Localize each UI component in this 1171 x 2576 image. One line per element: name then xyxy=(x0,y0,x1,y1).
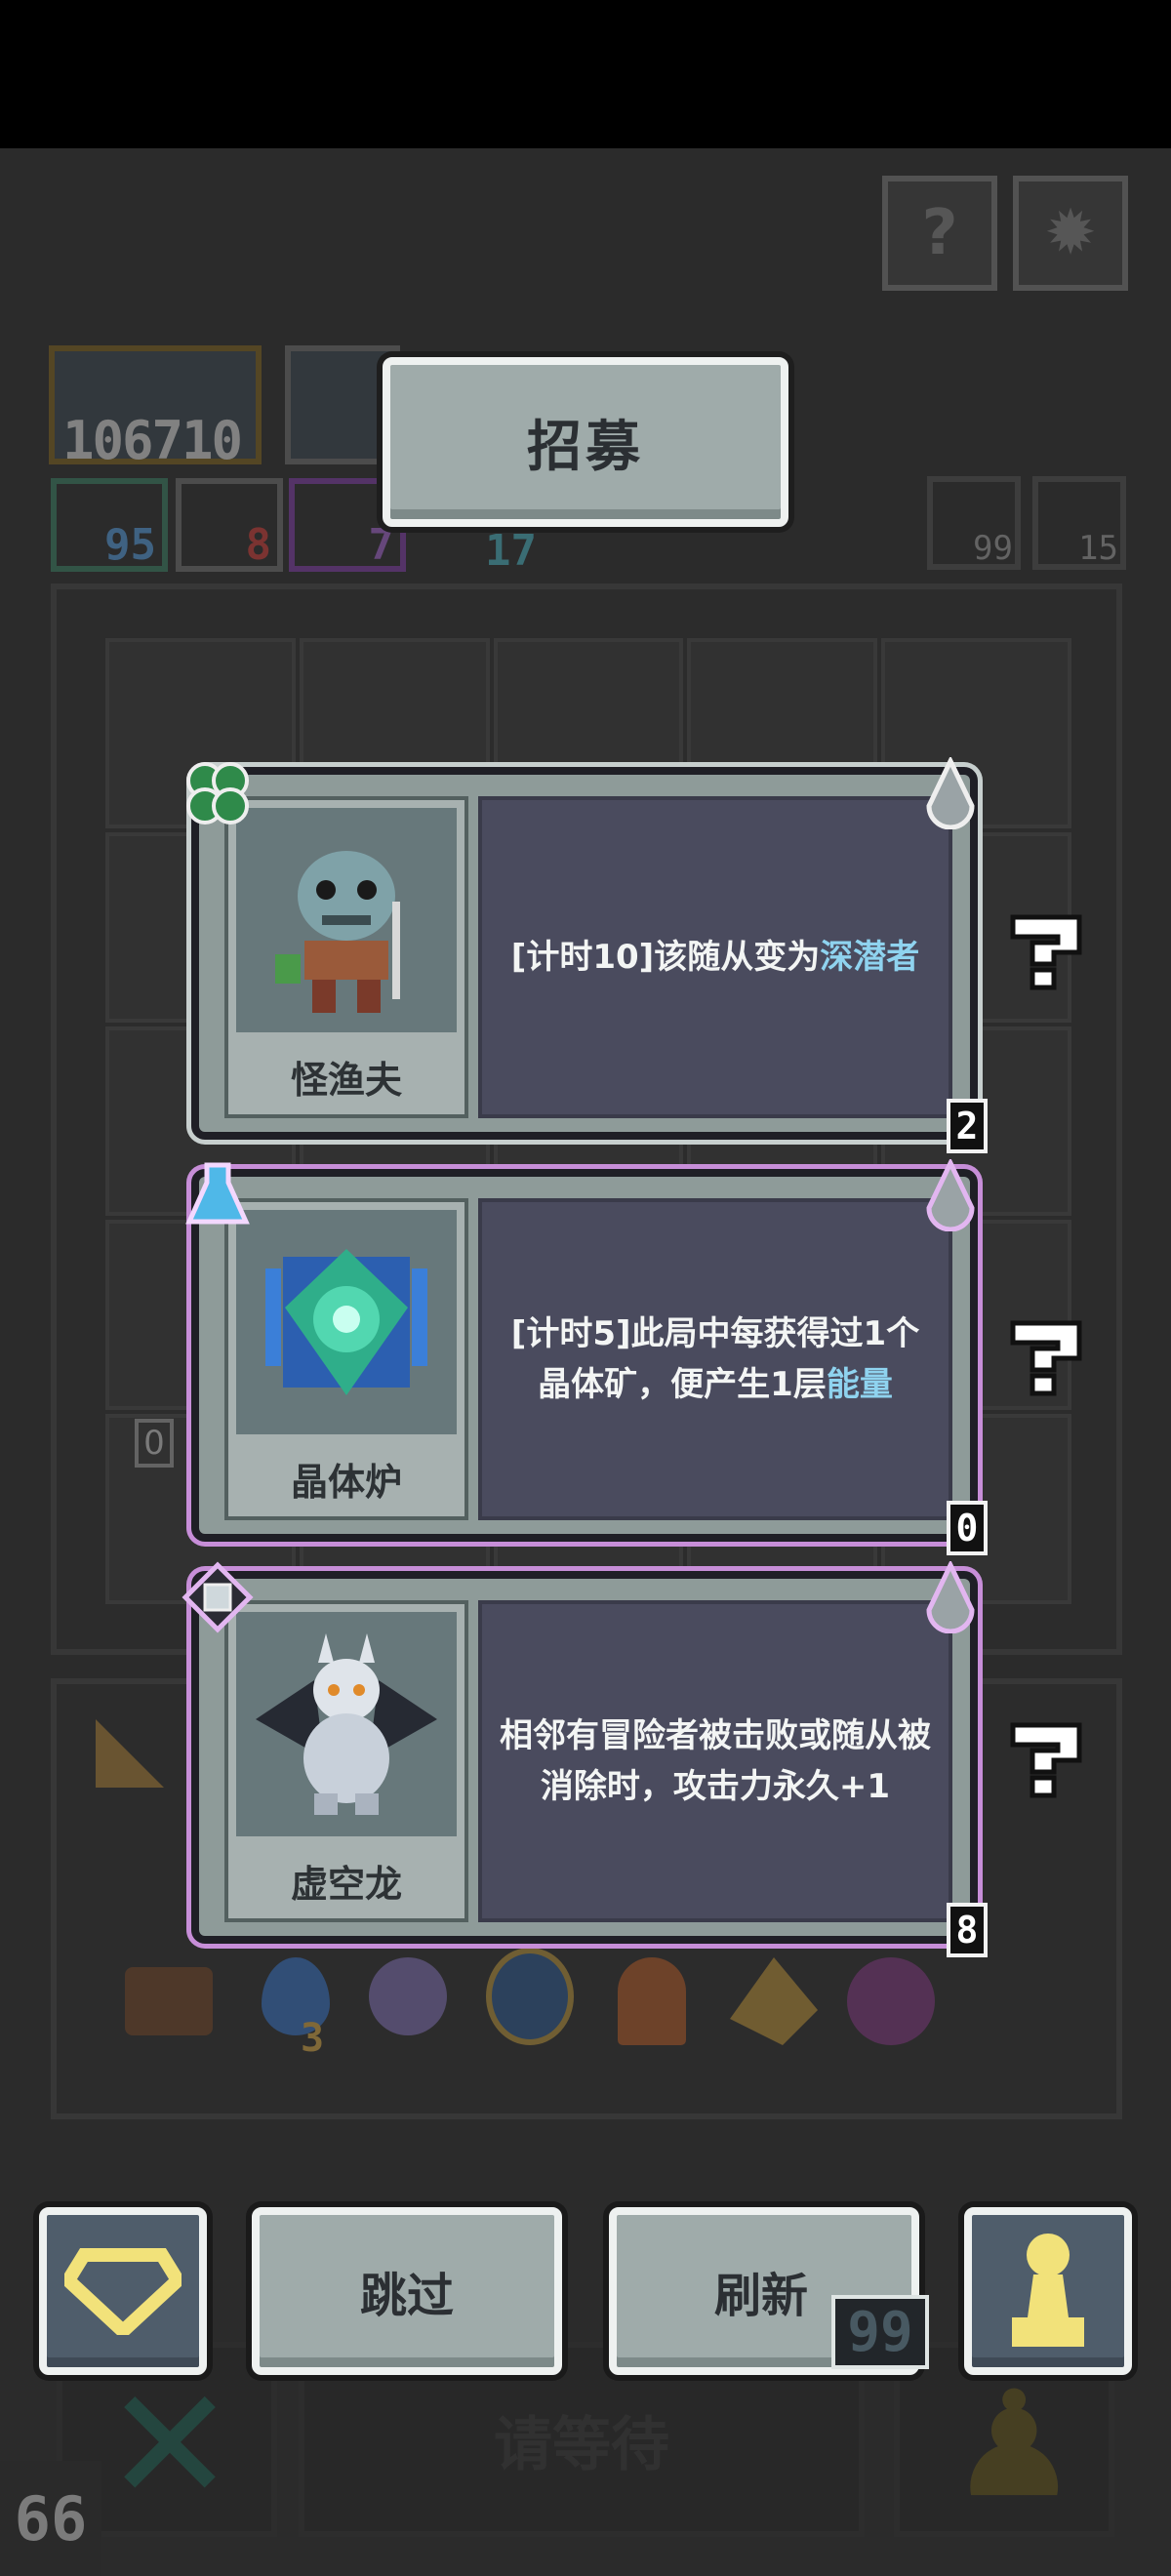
wing-icon xyxy=(730,1957,818,2045)
pawn-icon xyxy=(1012,2234,1084,2347)
keyword-link[interactable]: 能量 xyxy=(827,1365,893,1404)
slot-badge: 0 xyxy=(135,1419,174,1468)
unit-portrait: 虚空龙 xyxy=(224,1600,468,1922)
help-button[interactable]: ? xyxy=(882,176,997,291)
gem-button[interactable] xyxy=(39,2207,207,2375)
card-info-button[interactable] xyxy=(1005,1715,1091,1801)
fps-counter: 66 xyxy=(0,2461,101,2576)
crystal-furnace-sprite xyxy=(236,1210,457,1434)
resource-slot: 8 xyxy=(176,478,283,572)
question-mark-icon xyxy=(1010,1722,1082,1798)
cost-badge: 0 xyxy=(947,1501,988,1555)
card-info-button[interactable] xyxy=(1005,1313,1091,1399)
refresh-count-badge: 99 xyxy=(831,2295,929,2369)
question-mark-icon xyxy=(1010,914,1082,990)
resource-slot: 95 xyxy=(51,478,168,572)
key-slot: 15 xyxy=(1032,476,1126,570)
unit-portrait: 晶体炉 xyxy=(224,1198,468,1520)
card-info-button[interactable] xyxy=(1005,907,1091,993)
unit-description: [计时10]该随从变为深潜者 xyxy=(478,796,952,1118)
recruit-title: 招募 xyxy=(383,357,788,527)
cross-icon: ✕ xyxy=(103,2354,236,2536)
undo-slot: 99 xyxy=(927,476,1021,570)
fishman-sprite xyxy=(236,808,457,1032)
gear-icon: ✹ xyxy=(1044,197,1097,269)
recruit-card[interactable]: 虚空龙 相邻有冒险者被击败或随从被消除时，攻击力永久+1 8 xyxy=(182,1559,988,1957)
clover-icon xyxy=(182,757,254,829)
flask-icon xyxy=(182,1159,254,1231)
unit-name: 虚空龙 xyxy=(290,1862,402,1906)
unit-name: 怪渔夫 xyxy=(290,1058,402,1102)
medal-icon xyxy=(486,1948,574,2045)
gem-frame-icon xyxy=(182,1561,254,1633)
drop-rarity-icon xyxy=(919,1157,982,1232)
recruit-card[interactable]: 怪渔夫 [计时10]该随从变为深潜者 2 xyxy=(186,755,988,1153)
unit-description: 相邻有冒险者被击败或随从被消除时，攻击力永久+1 xyxy=(478,1600,952,1922)
status-bar xyxy=(0,0,1171,148)
unit-name: 晶体炉 xyxy=(290,1460,402,1504)
question-mark-icon xyxy=(1010,1320,1082,1396)
flower-icon xyxy=(369,1957,447,2035)
map-icon xyxy=(96,1719,164,1788)
gear-relic-icon xyxy=(847,1957,935,2045)
drop-rarity-icon xyxy=(919,1559,982,1634)
skip-button[interactable]: 跳过 xyxy=(252,2207,562,2375)
unit-description: [计时5]此局中每获得过1个晶体矿，便产生1层能量 xyxy=(478,1198,952,1520)
tombstone-icon xyxy=(618,1957,686,2045)
chess-pawn-button[interactable] xyxy=(964,2207,1132,2375)
cost-badge: 8 xyxy=(947,1903,988,1957)
recruit-card[interactable]: 晶体炉 [计时5]此局中每获得过1个晶体矿，便产生1层能量 0 xyxy=(185,1157,988,1555)
pawn-icon: ♟ xyxy=(949,2360,1080,2530)
settings-button[interactable]: ✹ xyxy=(1013,176,1128,291)
unit-portrait: 怪渔夫 xyxy=(224,796,468,1118)
drop-rarity-icon xyxy=(919,755,982,830)
void-dragon-sprite xyxy=(236,1612,457,1836)
score-text: 106710 xyxy=(62,410,243,471)
cost-badge: 2 xyxy=(947,1099,988,1153)
chest-icon xyxy=(125,1967,213,2035)
keyword-link[interactable]: 深潜者 xyxy=(820,938,919,977)
diamond-icon xyxy=(64,2248,182,2335)
question-mark-icon: ? xyxy=(921,197,958,269)
